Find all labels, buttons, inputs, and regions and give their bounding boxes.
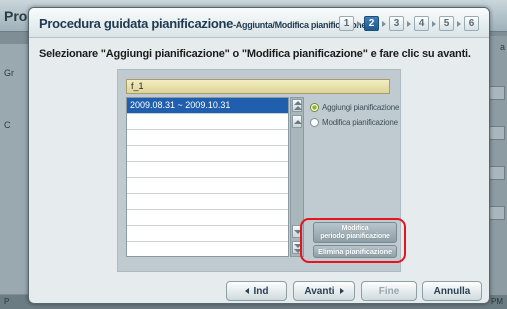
background-left-label: Gr: [4, 68, 14, 78]
dialog-title-main: Procedura guidata pianificazione: [39, 16, 234, 31]
left-arrow-icon: [244, 288, 249, 294]
list-item[interactable]: [127, 178, 288, 194]
step-5: 5: [439, 16, 454, 31]
step-arrow-icon: [357, 20, 361, 27]
modify-schedule-radio[interactable]: [310, 118, 319, 127]
step-2: 2: [364, 16, 379, 31]
list-item[interactable]: [127, 130, 288, 146]
up-arrow-icon: [294, 120, 302, 124]
next-button-label: Avanti: [304, 285, 335, 297]
dialog-title: Procedura guidata pianificazione-Aggiunt…: [39, 16, 367, 31]
list-item[interactable]: [127, 210, 288, 226]
highlight-frame: [300, 218, 406, 263]
dialog-title-bar: Procedura guidata pianificazione-Aggiunt…: [29, 8, 489, 38]
instruction-text: Selezionare "Aggiungi pianificazione" o …: [39, 48, 471, 60]
double-up-icon: [294, 101, 302, 105]
step-1: 1: [339, 16, 354, 31]
list-item[interactable]: [127, 162, 288, 178]
background-title: Pro: [4, 8, 28, 24]
add-schedule-option[interactable]: Aggiungi pianificazione: [310, 103, 399, 112]
finish-button: Fine: [361, 281, 417, 301]
wizard-footer: Ind Avanti Fine Annulla: [29, 278, 489, 303]
scroll-top-button[interactable]: [292, 99, 302, 112]
schedule-wizard-dialog: Procedura guidata pianificazione-Aggiunt…: [28, 7, 490, 304]
back-button-label: Ind: [253, 285, 269, 297]
background-right-label: a: [499, 42, 505, 52]
cancel-button-label: Annulla: [433, 285, 471, 297]
modify-schedule-label: Modifica pianificazione: [322, 118, 398, 127]
right-arrow-icon: [339, 288, 344, 294]
add-schedule-label: Aggiungi pianificazione: [322, 103, 400, 112]
step-3: 3: [389, 16, 404, 31]
list-item[interactable]: [127, 146, 288, 162]
background-bottom-right: PM: [491, 297, 503, 306]
background-left-label-2: C: [4, 120, 11, 130]
step-arrow-icon: [457, 20, 461, 27]
schedule-name-field: f_1: [126, 79, 390, 94]
list-item[interactable]: [127, 226, 288, 242]
cancel-button[interactable]: Annulla: [422, 281, 482, 301]
list-item[interactable]: [127, 114, 288, 130]
step-4: 4: [414, 16, 429, 31]
modify-schedule-option[interactable]: Modifica pianificazione: [310, 118, 398, 127]
step-arrow-icon: [432, 20, 436, 27]
wizard-step-indicator: 1 2 3 4 5 6: [339, 16, 479, 31]
background-left-pane: [0, 44, 30, 294]
back-button[interactable]: Ind: [226, 281, 287, 301]
background-bottom-left: P: [4, 297, 10, 306]
step-6: 6: [464, 16, 479, 31]
schedule-period-list[interactable]: 2009.08.31 ~ 2009.10.31: [126, 97, 289, 257]
next-button[interactable]: Avanti: [293, 281, 355, 301]
step-arrow-icon: [407, 20, 411, 27]
double-up-icon: [294, 106, 302, 110]
list-item[interactable]: [127, 242, 288, 258]
finish-button-label: Fine: [378, 285, 400, 297]
scroll-up-button[interactable]: [292, 115, 302, 128]
step-arrow-icon: [382, 20, 386, 27]
list-item[interactable]: 2009.08.31 ~ 2009.10.31: [127, 98, 288, 114]
list-item[interactable]: [127, 194, 288, 210]
add-schedule-radio[interactable]: [310, 103, 319, 112]
